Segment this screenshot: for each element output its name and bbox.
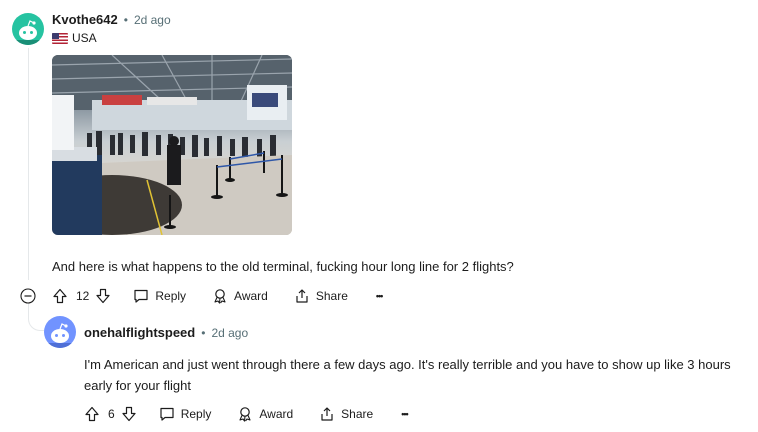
username[interactable]: Kvothe642 xyxy=(52,12,118,27)
reply-label: Reply xyxy=(155,289,187,303)
separator-dot: • xyxy=(123,12,128,27)
comment-actions: 6 Reply Award Share ••• xyxy=(84,405,409,423)
more-options-button[interactable]: ••• xyxy=(375,291,384,301)
us-flag-icon xyxy=(52,32,68,44)
award-label: Award xyxy=(259,407,294,421)
collapse-button[interactable] xyxy=(20,288,36,304)
upvote-icon xyxy=(53,288,67,304)
more-options-button[interactable]: ••• xyxy=(401,409,409,419)
award-icon xyxy=(239,407,251,422)
reply-button[interactable]: Reply xyxy=(133,288,186,304)
share-label: Share xyxy=(315,289,348,303)
flair-text: USA xyxy=(72,31,97,45)
vote-count: 6 xyxy=(108,407,115,421)
downvote-button[interactable] xyxy=(95,288,111,304)
upvote-icon xyxy=(85,406,99,422)
comment-body: I'm American and just went through there… xyxy=(84,357,731,393)
avatar[interactable] xyxy=(44,316,76,348)
timestamp[interactable]: 2d ago xyxy=(134,13,171,27)
upvote-button[interactable] xyxy=(84,406,100,422)
award-icon xyxy=(214,289,226,304)
terminal-photo xyxy=(52,55,292,235)
comment-body: And here is what happens to the old term… xyxy=(52,259,514,274)
more-icon: ••• xyxy=(401,409,409,419)
award-button[interactable]: Award xyxy=(212,288,268,304)
downvote-icon xyxy=(122,406,136,422)
upvote-button[interactable] xyxy=(52,288,68,304)
reply-icon xyxy=(134,289,148,303)
reply-label: Reply xyxy=(180,407,212,421)
thread-line[interactable] xyxy=(28,48,29,280)
award-label: Award xyxy=(234,289,268,303)
comment-header: onehalflightspeed • 2d ago xyxy=(84,325,248,340)
more-icon: ••• xyxy=(375,291,384,301)
comment-image[interactable] xyxy=(52,55,292,235)
reply-button[interactable]: Reply xyxy=(159,406,212,422)
separator-dot: • xyxy=(201,325,206,340)
share-icon xyxy=(296,289,308,303)
share-icon xyxy=(321,407,333,421)
share-button[interactable]: Share xyxy=(319,406,373,422)
comment-header: Kvothe642 • 2d ago xyxy=(52,12,171,27)
collapse-icon xyxy=(20,288,36,304)
user-flair: USA xyxy=(52,31,97,45)
downvote-icon xyxy=(96,288,110,304)
award-button[interactable]: Award xyxy=(237,406,293,422)
reply-icon xyxy=(160,407,174,421)
comment-actions: 12 Reply Award Share ••• xyxy=(52,287,384,305)
downvote-button[interactable] xyxy=(121,406,137,422)
share-button[interactable]: Share xyxy=(294,288,348,304)
avatar[interactable] xyxy=(12,13,44,45)
timestamp[interactable]: 2d ago xyxy=(211,326,248,340)
vote-count: 12 xyxy=(76,289,90,303)
snoo-avatar-icon xyxy=(16,20,40,45)
snoo-avatar-icon xyxy=(48,323,72,348)
username[interactable]: onehalflightspeed xyxy=(84,325,195,340)
share-label: Share xyxy=(341,407,374,421)
